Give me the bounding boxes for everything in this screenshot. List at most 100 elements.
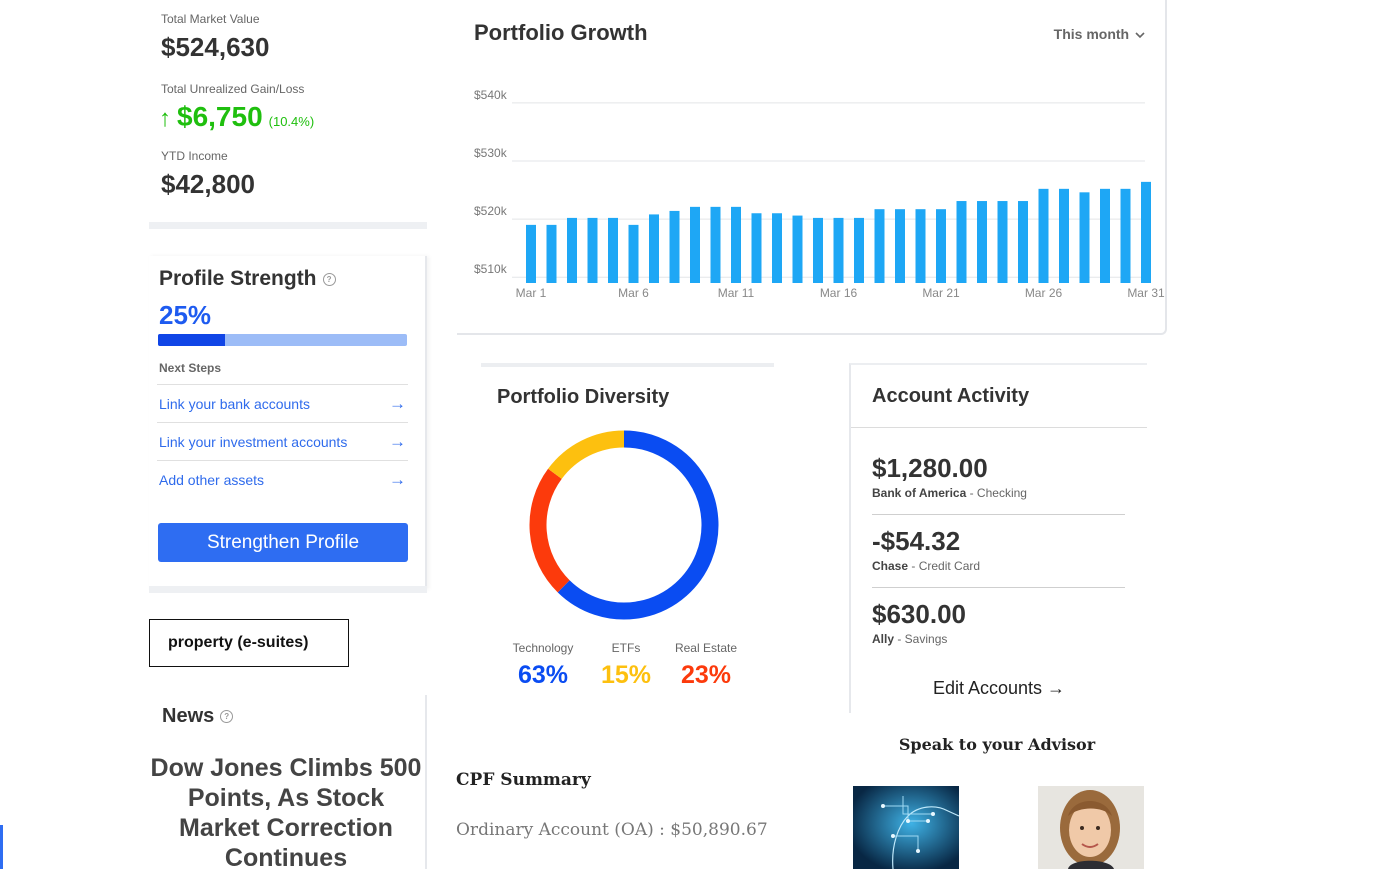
chart-bar xyxy=(1141,181,1151,283)
chart-bar xyxy=(977,201,987,283)
activity-amount: $630.00 xyxy=(872,599,966,629)
step-add-other-assets[interactable]: Add other assets → xyxy=(157,460,408,499)
activity-account-type: - Savings xyxy=(894,632,948,646)
activity-item[interactable]: $1,280.00 Bank of America - Checking xyxy=(872,453,1027,500)
news-card: News? Dow Jones Climbs 500 Points, As St… xyxy=(149,695,427,872)
activity-divider xyxy=(872,514,1125,515)
chart-bar xyxy=(1120,188,1131,283)
profile-card-divider xyxy=(149,586,427,593)
activity-amount: $1,280.00 xyxy=(872,453,988,483)
activity-account: Ally - Savings xyxy=(872,632,966,646)
profile-strength-card: Profile Strength? 25% Next Steps Link yo… xyxy=(149,256,427,590)
chart-bar xyxy=(1059,188,1069,283)
diversity-card-top xyxy=(481,363,774,367)
chart-bar xyxy=(1100,188,1110,283)
chart-bar xyxy=(813,217,823,283)
chart-bar xyxy=(854,217,864,283)
advisor-title: Speak to your Advisor xyxy=(898,735,1096,754)
donut-slice-technology xyxy=(557,430,719,620)
profile-strength-heading: Profile Strength xyxy=(159,267,317,290)
chart-bar xyxy=(874,209,885,283)
chart-bar xyxy=(1038,188,1049,283)
cpf-summary-title: CPF Summary xyxy=(456,770,591,790)
chart-bar xyxy=(956,201,967,283)
cpf-ordinary-account: Ordinary Account (OA) : $50,890.67 xyxy=(456,820,768,840)
portfolio-summary: Total Market Value $524,630 Total Unreal… xyxy=(149,0,427,229)
edit-accounts-link[interactable]: Edit Accounts → xyxy=(851,678,1147,699)
chart-bar xyxy=(1079,192,1090,283)
ytd-income-value: $42,800 xyxy=(161,169,255,199)
y-tick-label: $520k xyxy=(474,204,508,218)
side-tab[interactable] xyxy=(0,825,3,869)
chart-bar xyxy=(669,210,680,283)
chart-bar xyxy=(1018,201,1028,283)
account-activity-card: Account Activity $1,280.00 Bank of Ameri… xyxy=(849,363,1147,713)
ai-brain-icon xyxy=(853,786,959,869)
step-link-investment-accounts[interactable]: Link your investment accounts → xyxy=(157,422,408,461)
market-value: $524,630 xyxy=(161,32,270,62)
activity-bank: Ally xyxy=(872,632,895,646)
chart-bar xyxy=(587,217,598,283)
help-icon[interactable]: ? xyxy=(220,710,234,724)
donut-slice-real-estate xyxy=(529,468,570,593)
legend-real-estate: Real Estate 23% xyxy=(651,641,761,690)
chart-bar xyxy=(546,224,557,283)
arrow-up-icon: ↑ xyxy=(159,105,171,132)
step-link-bank-accounts[interactable]: Link your bank accounts → xyxy=(157,384,408,423)
account-activity-title: Account Activity xyxy=(872,385,1030,407)
help-icon[interactable]: ? xyxy=(322,272,336,286)
chart-bar xyxy=(792,215,803,283)
gain-percent: (10.4%) xyxy=(268,114,315,129)
profile-progress-bar xyxy=(158,334,407,346)
activity-item[interactable]: $630.00 Ally - Savings xyxy=(872,599,966,646)
human-advisor-photo[interactable] xyxy=(1038,786,1144,869)
news-heading: News xyxy=(162,705,215,727)
chart-bar xyxy=(997,201,1008,283)
activity-item[interactable]: -$54.32 Chase - Credit Card xyxy=(872,526,980,573)
chart-bar xyxy=(731,206,741,283)
chart-bar xyxy=(915,209,926,283)
ai-advisor-image[interactable] xyxy=(853,786,959,869)
next-steps-label: Next Steps xyxy=(159,361,222,375)
step-label: Link your investment accounts xyxy=(159,434,348,450)
x-tick-label: Mar 21 xyxy=(922,286,960,300)
strengthen-profile-button[interactable]: Strengthen Profile xyxy=(158,523,408,562)
gain-label: Total Unrealized Gain/Loss xyxy=(161,82,305,96)
chart-bar xyxy=(649,214,659,283)
chart-bar xyxy=(526,224,536,283)
profile-strength-percent: 25% xyxy=(159,300,212,330)
legend-name: Real Estate xyxy=(674,641,738,655)
portfolio-growth-card: $540k $530k $520k $510k Mar 1 Mar 6 Mar 11 Mar … xyxy=(457,0,1167,335)
chart-bar xyxy=(895,209,905,283)
activity-bank: Chase xyxy=(872,559,909,573)
y-tick-label: $530k xyxy=(474,146,508,160)
arrow-right-icon: → xyxy=(389,394,406,413)
ytd-income-label: YTD Income xyxy=(161,149,228,163)
chart-bar xyxy=(751,213,762,283)
summary-divider xyxy=(149,222,427,229)
step-label: Add other assets xyxy=(159,472,265,488)
chart-bar xyxy=(833,217,844,283)
chart-bar xyxy=(710,206,721,283)
step-label: Link your bank accounts xyxy=(159,396,310,412)
property-box[interactable]: property (e-suites) xyxy=(149,619,349,667)
period-selector[interactable]: This month xyxy=(1054,26,1145,42)
activity-account-type: - Credit Card xyxy=(908,559,981,573)
x-tick-label: Mar 16 xyxy=(820,286,858,300)
legend-value: 23% xyxy=(680,661,732,689)
chart-bar xyxy=(936,209,946,283)
chart-bar xyxy=(772,213,782,283)
portfolio-growth-title: Portfolio Growth xyxy=(474,20,648,45)
activity-account: Chase - Credit Card xyxy=(872,559,980,573)
y-tick-label: $510k xyxy=(474,262,508,276)
activity-account-type: - Checking xyxy=(966,486,1027,500)
arrow-right-icon: → xyxy=(389,470,406,489)
x-tick-label: Mar 26 xyxy=(1025,286,1063,300)
period-label: This month xyxy=(1053,26,1130,42)
news-headline[interactable]: Dow Jones Climbs 500 Points, As Stock Ma… xyxy=(149,753,423,873)
activity-account: Bank of America - Checking xyxy=(872,486,1027,500)
donut-slice-etfs xyxy=(548,430,625,480)
x-tick-label: Mar 11 xyxy=(718,286,755,300)
y-tick-label: $540k xyxy=(474,88,508,102)
chart-bar xyxy=(567,217,577,283)
